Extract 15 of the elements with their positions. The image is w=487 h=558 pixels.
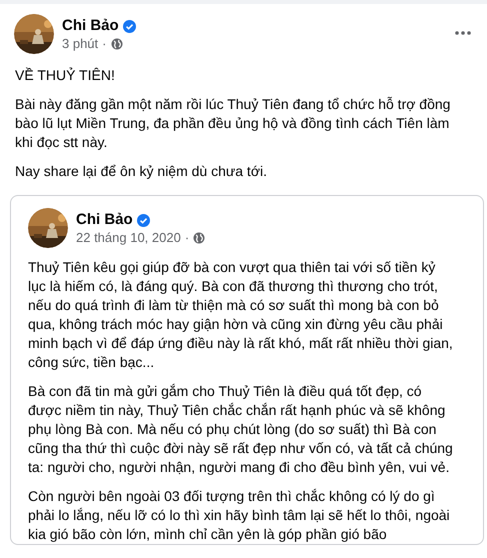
globe-icon [110,38,122,50]
post-text: Bài này đăng gần một năm rồi lúc Thuỷ Tiên đang tổ chức hỗ trợ đồng bào lũ lụt Miền Trung, đa phần đều ủng hộ và đồng tình cách Tiên làm khi đọc stt này. [15,95,452,152]
post-time[interactable]: 22 tháng 10, 2020 [76,230,181,246]
post-text: Bà con đã tin mà gửi gắm cho Thuỷ Tiên là điều quá tốt đẹp, có được niềm tin này, Thuỷ Tiên chắc chắn rất hạnh phúc và sẽ không phụ lòng Bà con. Mà nếu có phụ chút lòng (do sơ suất) thì Bà con cũng tha thứ thì cuộc đời này sẽ rất đẹp như vốn có, và tất cả chúng ta: người cho, người nhận, người mang đi cho đều bình yên, vui vẻ. [28,382,454,477]
more-options-icon[interactable] [455,31,471,35]
post-text: Còn người bên ngoài 03 đối tượng trên thì chắc không có lý do gì phải lo lắng, nếu lỡ có lo thì xin hãy bình tâm lại sẽ hết lo thôi, ngoài kia gió bão còn lớn, mình chỉ cần yên là góp phần gió bão [28,487,451,544]
separator-dot: · [184,230,190,246]
post-time[interactable]: 3 phút [62,36,98,52]
post-text: Nay share lại để ôn kỷ niệm dù chưa tới. [15,162,268,181]
globe-icon [193,232,206,244]
author-name[interactable]: Chi Bảo [76,210,133,230]
post-text: VỀ THUỶ TIÊN! [15,66,116,85]
author-name[interactable]: Chi Bảo [62,16,119,36]
separator-dot: · [102,36,106,52]
post-text: Thuỷ Tiên kêu gọi giúp đỡ bà con vượt qua thiên tai với số tiền kỷ lục là hiếm có, là đáng quý. Bà con đã thương thì thương cho trót, nếu do quá trình đi làm từ thiện mà có sơ suất thì mong bà con bỏ qua, không trách móc hay giận hờn và cũng xin đừng yêu cầu phải minh bạch vì để đáp ứng điều này là rất khó, mất rất nhiều thời gian, công sức, tiền bạc... [28,258,454,372]
